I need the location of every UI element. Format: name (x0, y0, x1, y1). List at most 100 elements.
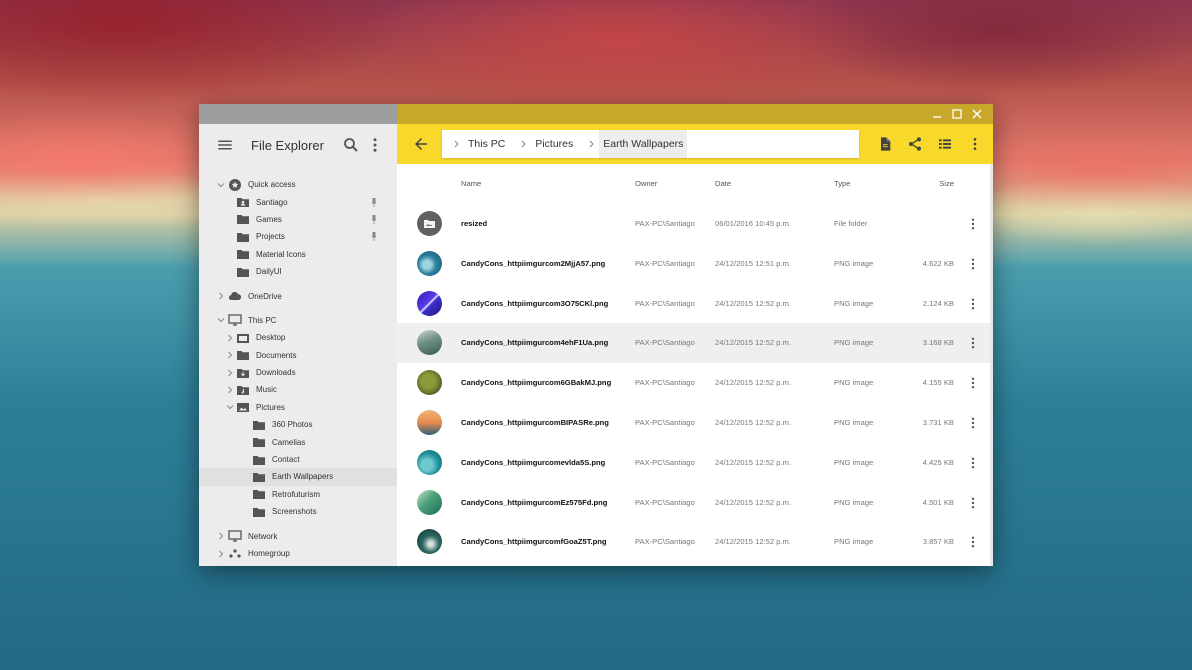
folder-icon (236, 231, 250, 243)
pin-icon[interactable] (371, 214, 377, 224)
sidebar-item-camelias[interactable]: Camelias (199, 433, 397, 450)
more-vert-icon[interactable] (967, 495, 979, 511)
table-row[interactable]: CandyCons_httpiimgurcomfGoaZ5T.png PAX-PC… (397, 522, 993, 562)
sidebar-item-contact[interactable]: Contact (199, 451, 397, 468)
folder-icon (236, 248, 250, 260)
table-row[interactable]: CandyCons_httpiimgurcom2MjjA57.png PAX-PC… (397, 244, 993, 284)
folder-music-icon (236, 384, 250, 396)
sidebar-item-onedrive[interactable]: OneDrive (199, 287, 397, 304)
file-type: PNG image (834, 338, 874, 348)
table-row[interactable]: CandyCons_httpiimgurcom4ehF1Ua.png PAX-PC… (397, 323, 993, 364)
folder-user-icon (236, 196, 250, 208)
breadcrumb-this-pc[interactable]: This PC (464, 130, 509, 158)
arrow-back-icon[interactable] (409, 132, 433, 156)
new-file-icon[interactable] (873, 132, 897, 156)
more-vert-icon[interactable] (967, 375, 979, 391)
table-row[interactable]: CandyCons_httpiimgurcomEz575Fd.png PAX-PC… (397, 483, 993, 523)
chevron-down-icon[interactable] (226, 403, 234, 411)
column-header-size[interactable]: Size (939, 179, 954, 188)
tree-gap (199, 305, 397, 312)
close-icon[interactable] (967, 106, 987, 122)
sidebar-item-material-icons[interactable]: Material Icons (199, 246, 397, 263)
sidebar-item-retrofuturism[interactable]: Retrofuturism (199, 486, 397, 503)
sidebar-item-label: Pictures (256, 402, 285, 412)
more-vert-icon[interactable] (963, 132, 987, 156)
sidebar-item-label: OneDrive (248, 291, 282, 301)
file-owner: PAX-PC\Santiago (635, 298, 695, 308)
list-view-icon[interactable] (933, 132, 957, 156)
breadcrumb-pictures[interactable]: Pictures (531, 130, 577, 158)
sidebar-item-projects[interactable]: Projects (199, 228, 397, 245)
image-thumbnail (417, 449, 442, 475)
file-type: PNG image (834, 298, 874, 308)
minimize-icon[interactable] (927, 106, 947, 122)
file-owner: PAX-PC\Santiago (635, 219, 695, 228)
maximize-icon[interactable] (947, 106, 967, 122)
sidebar-item-documents[interactable]: Documents (199, 347, 397, 364)
scrollbar[interactable] (990, 164, 993, 566)
file-type: PNG image (834, 497, 874, 507)
table-row[interactable]: CandyCons_httpiimgurcomevlda5S.png PAX-PC… (397, 443, 993, 483)
sidebar-item-games[interactable]: Games (199, 211, 397, 228)
chevron-right-icon[interactable] (226, 386, 234, 394)
sidebar-item-360-photos[interactable]: 360 Photos (199, 416, 397, 433)
chevron-right-icon (452, 139, 462, 149)
folder-image-icon (236, 401, 250, 413)
column-header-name[interactable]: Name (461, 179, 481, 188)
chevron-down-icon[interactable] (217, 316, 225, 324)
file-owner: PAX-PC\Santiago (635, 457, 695, 467)
more-vert-icon[interactable] (967, 256, 979, 272)
sidebar-item-network[interactable]: Network (199, 527, 397, 544)
file-owner: PAX-PC\Santiago (635, 497, 695, 507)
file-name: CandyCons_httpiimgurcom3O75CKl.png (461, 298, 609, 308)
column-header-date[interactable]: Date (715, 179, 731, 188)
more-vert-icon[interactable] (967, 216, 979, 232)
sidebar-item-label: Projects (256, 232, 285, 242)
more-vert-icon[interactable] (967, 534, 979, 550)
window-titlebar (397, 104, 993, 124)
homegroup-icon (228, 548, 242, 560)
more-vert-icon[interactable] (967, 415, 979, 431)
table-row[interactable]: CandyCons_httpiimgurcom6GBakMJ.png PAX-PC… (397, 363, 993, 403)
sidebar-item-music[interactable]: Music (199, 381, 397, 398)
column-header-owner[interactable]: Owner (635, 179, 657, 188)
file-owner: PAX-PC\Santiago (635, 258, 695, 268)
table-row[interactable]: resized PAX-PC\Santiago 06/01/2016 10:45 p… (397, 204, 993, 244)
sidebar-item-desktop[interactable]: Desktop (199, 329, 397, 346)
sidebar-item-dailyui[interactable]: DailyUI (199, 263, 397, 280)
chevron-right-icon[interactable] (226, 351, 234, 359)
share-icon[interactable] (903, 132, 927, 156)
main-pane: This PC Pictures Earth Wallpapers Name O… (397, 104, 993, 566)
sidebar-item-homegroup[interactable]: Homegroup (199, 545, 397, 562)
breadcrumb-earth-wallpapers[interactable]: Earth Wallpapers (599, 130, 688, 158)
more-vert-icon[interactable] (967, 296, 979, 312)
chevron-down-icon[interactable] (217, 181, 225, 189)
column-header-type[interactable]: Type (834, 179, 850, 188)
pin-icon[interactable] (371, 232, 377, 242)
file-type: PNG image (834, 457, 874, 467)
sidebar-item-screenshots[interactable]: Screenshots (199, 503, 397, 520)
sidebar-item-downloads[interactable]: Downloads (199, 364, 397, 381)
file-type: PNG image (834, 378, 874, 388)
table-row[interactable]: CandyCons_httpiimgurcomBIPASRe.png PAX-PC… (397, 403, 993, 443)
chevron-right-icon[interactable] (217, 532, 225, 540)
sidebar-item-earth-wallpapers[interactable]: Earth Wallpapers (199, 468, 397, 486)
more-vert-icon[interactable] (967, 335, 979, 351)
more-vert-icon[interactable] (363, 133, 387, 157)
sidebar-item-pictures[interactable]: Pictures (199, 399, 397, 416)
sidebar-item-quick-access[interactable]: Quick access (199, 176, 397, 193)
file-name: CandyCons_httpiimgurcomevlda5S.png (461, 457, 606, 467)
file-size: 3.168 KB (922, 338, 954, 348)
more-vert-icon[interactable] (967, 455, 979, 471)
chevron-right-icon[interactable] (217, 292, 225, 300)
sidebar-item-this-pc[interactable]: This PC (199, 312, 397, 329)
chevron-right-icon[interactable] (217, 550, 225, 558)
file-date: 24/12/2015 12:51 p.m. (715, 258, 791, 268)
search-icon[interactable] (339, 133, 363, 157)
menu-icon[interactable] (213, 133, 237, 157)
pin-icon[interactable] (371, 197, 377, 207)
chevron-right-icon[interactable] (226, 334, 234, 342)
sidebar-item-santiago[interactable]: Santiago (199, 193, 397, 210)
chevron-right-icon[interactable] (226, 369, 234, 377)
table-row[interactable]: CandyCons_httpiimgurcom3O75CKl.png PAX-PC… (397, 284, 993, 324)
